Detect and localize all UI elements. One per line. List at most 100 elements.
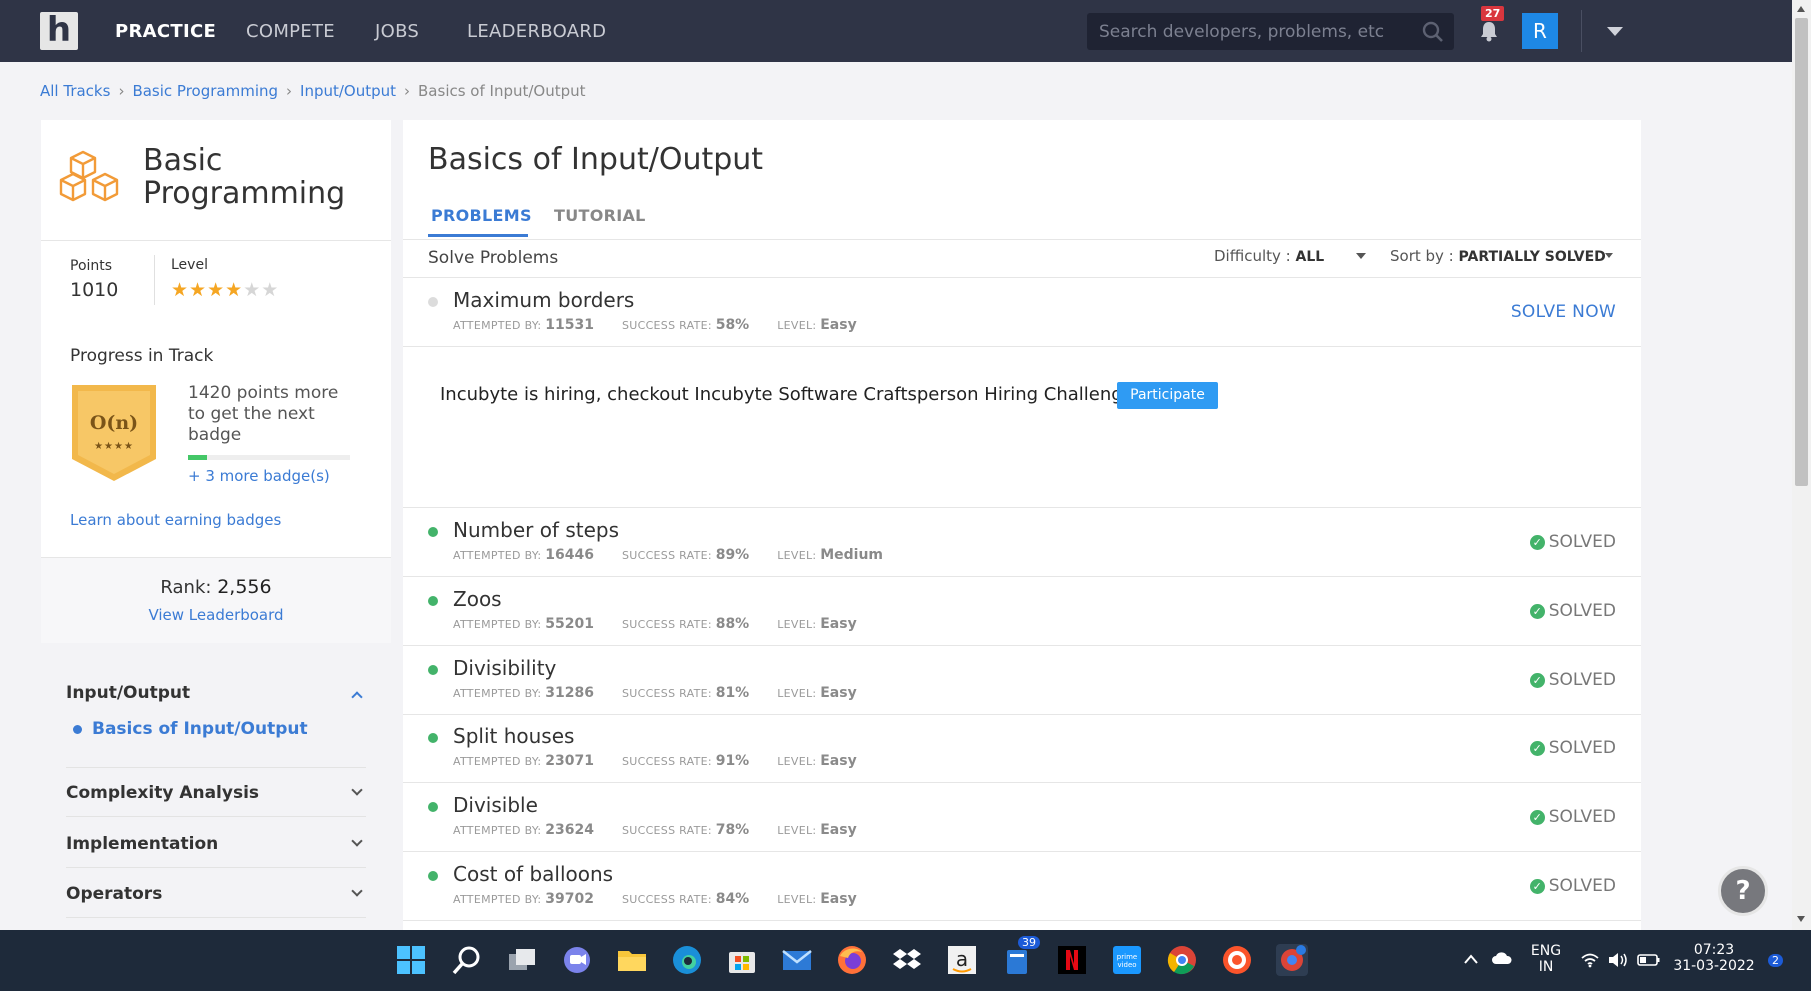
user-avatar[interactable]: R xyxy=(1522,13,1558,49)
problem-meta: ATTEMPTED BY: 31286 SUCCESS RATE: 81% LEVE… xyxy=(453,685,857,701)
solved-label: SOLVED xyxy=(1548,807,1616,827)
nav-compete[interactable]: COMPETE xyxy=(246,21,335,42)
view-leaderboard-link[interactable]: View Leaderboard xyxy=(41,606,391,624)
learn-badges-link[interactable]: Learn about earning badges xyxy=(70,511,281,529)
page-title: Basics of Input/Output xyxy=(428,142,764,177)
scroll-down-arrow-icon[interactable] xyxy=(1797,916,1805,922)
notifications-badge[interactable]: 2 xyxy=(1768,954,1783,967)
prime-video-icon[interactable]: primevideo xyxy=(1111,944,1143,976)
breadcrumb-all-tracks[interactable]: All Tracks xyxy=(40,82,110,100)
chrome-icon[interactable] xyxy=(1166,944,1198,976)
breadcrumb-input-output[interactable]: Input/Output xyxy=(300,82,396,100)
solved-status: ✓ SOLVED xyxy=(1529,601,1616,621)
problem-name[interactable]: Divisible xyxy=(453,793,538,817)
difficulty-value[interactable]: ALL xyxy=(1296,249,1325,265)
problem-name[interactable]: Zoos xyxy=(453,587,502,611)
tab-tutorial[interactable]: TUTORIAL xyxy=(554,206,646,225)
rank-box: Rank: 2,556 View Leaderboard xyxy=(41,557,391,643)
problem-row[interactable]: Zoos ATTEMPTED BY: 55201 SUCCESS RATE: 88%… xyxy=(403,577,1641,645)
volume-icon[interactable] xyxy=(1607,951,1629,969)
problem-row[interactable]: Divisible ATTEMPTED BY: 23624 SUCCESS RATE… xyxy=(403,783,1641,851)
onedrive-cloud-icon[interactable] xyxy=(1491,950,1513,966)
solve-now-button[interactable]: SOLVE NOW xyxy=(1511,302,1616,322)
caret-down-icon[interactable] xyxy=(1605,253,1613,258)
problem-name[interactable]: Number of steps xyxy=(453,518,619,542)
language-indicator[interactable]: ENG IN xyxy=(1526,943,1566,975)
star-filled-icon: ★ xyxy=(207,279,226,301)
breadcrumb-separator-icon: › xyxy=(118,82,125,100)
brave-browser-icon[interactable] xyxy=(1221,944,1253,976)
success-rate-label: SUCCESS RATE: xyxy=(621,893,712,906)
amazon-icon[interactable]: a xyxy=(946,944,978,976)
clock[interactable]: 07:23 31-03-2022 xyxy=(1672,942,1756,974)
scrollbar-thumb[interactable] xyxy=(1795,18,1808,486)
netflix-icon[interactable] xyxy=(1056,944,1088,976)
attempted-label: ATTEMPTED BY: xyxy=(453,893,542,906)
search-icon[interactable] xyxy=(451,944,483,976)
dropbox-icon[interactable] xyxy=(891,944,923,976)
problem-row[interactable]: Cost of balloons ATTEMPTED BY: 39702 SUCCE… xyxy=(403,852,1641,920)
divider xyxy=(403,239,1641,240)
bell-icon[interactable] xyxy=(1476,17,1502,45)
teams-chat-icon[interactable] xyxy=(561,944,593,976)
subtopic-basics-of-input-output[interactable]: Basics of Input/Output xyxy=(92,719,308,739)
clock-time: 07:23 xyxy=(1693,942,1735,958)
attempted-value: 16446 xyxy=(545,547,594,563)
sort-filter[interactable]: Sort by : PARTIALLY SOLVED xyxy=(1390,247,1606,265)
hackerearth-logo[interactable]: h xyxy=(40,12,78,50)
file-explorer-icon[interactable] xyxy=(616,944,648,976)
battery-icon[interactable] xyxy=(1637,952,1661,968)
more-badges-link[interactable]: + 3 more badge(s) xyxy=(188,467,330,485)
chrome-profile-icon[interactable] xyxy=(1276,944,1308,976)
microsoft-store-icon[interactable] xyxy=(726,944,758,976)
problem-name[interactable]: Split houses xyxy=(453,724,574,748)
participate-button[interactable]: Participate xyxy=(1117,382,1218,409)
difficulty-label: Difficulty : xyxy=(1214,247,1291,265)
account-dropdown-icon[interactable] xyxy=(1607,27,1623,36)
problem-row[interactable]: Split houses ATTEMPTED BY: 23071 SUCCESS R… xyxy=(403,714,1641,782)
cubes-icon xyxy=(59,150,119,202)
page-scrollbar[interactable] xyxy=(1792,0,1811,930)
difficulty-filter[interactable]: Difficulty : ALL xyxy=(1214,247,1324,265)
sort-value[interactable]: PARTIALLY SOLVED xyxy=(1459,249,1606,265)
windows-start-icon[interactable] xyxy=(395,944,427,976)
search-input[interactable] xyxy=(1087,13,1417,50)
topic-complexity-analysis[interactable]: Complexity Analysis xyxy=(66,783,366,803)
attempted-label: ATTEMPTED BY: xyxy=(453,618,542,631)
search-icon[interactable] xyxy=(1422,21,1444,43)
nav-practice[interactable]: PRACTICE xyxy=(115,21,216,42)
nav-jobs[interactable]: JOBS xyxy=(375,21,419,42)
problem-row[interactable]: Number of steps ATTEMPTED BY: 16446 SUCCES… xyxy=(403,508,1641,576)
chevron-up-icon[interactable] xyxy=(1463,952,1479,966)
problem-row[interactable]: Divisibility ATTEMPTED BY: 31286 SUCCESS R… xyxy=(403,646,1641,714)
caret-down-icon[interactable] xyxy=(1356,253,1366,259)
tab-problems[interactable]: PROBLEMS xyxy=(431,206,532,225)
wifi-icon[interactable] xyxy=(1580,952,1600,968)
sort-label: Sort by : xyxy=(1390,247,1454,265)
firefox-icon[interactable] xyxy=(836,944,868,976)
mail-icon[interactable] xyxy=(781,944,813,976)
check-circle-icon: ✓ xyxy=(1529,604,1545,619)
level-value: Medium xyxy=(820,547,884,563)
topic-operators[interactable]: Operators xyxy=(66,884,366,904)
task-view-icon[interactable] xyxy=(506,944,538,976)
topic-implementation[interactable]: Implementation xyxy=(66,834,366,854)
problem-row[interactable]: Maximum borders ATTEMPTED BY: 11531 SUCCES… xyxy=(403,278,1641,346)
problem-name[interactable]: Divisibility xyxy=(453,656,556,680)
nav-leaderboard[interactable]: LEADERBOARD xyxy=(467,21,606,42)
attempted-value: 31286 xyxy=(545,685,594,701)
breadcrumb-basic-programming[interactable]: Basic Programming xyxy=(132,82,278,100)
region-code: IN xyxy=(1538,959,1554,975)
top-navbar: h PRACTICE COMPETE JOBS LEADERBOARD 27 R xyxy=(0,0,1792,62)
star-filled-icon: ★ xyxy=(225,279,244,301)
svg-text:a: a xyxy=(956,947,968,971)
scroll-up-arrow-icon[interactable] xyxy=(1797,6,1805,12)
edge-browser-icon[interactable] xyxy=(671,944,703,976)
help-question-icon[interactable]: ? xyxy=(1718,866,1768,916)
problem-name[interactable]: Maximum borders xyxy=(453,288,634,312)
problem-name[interactable]: Cost of balloons xyxy=(453,862,613,886)
level-value: Easy xyxy=(820,891,857,907)
status-dot-icon xyxy=(428,596,438,606)
status-dot-icon xyxy=(428,802,438,812)
topic-input-output[interactable]: Input/Output xyxy=(66,683,366,703)
